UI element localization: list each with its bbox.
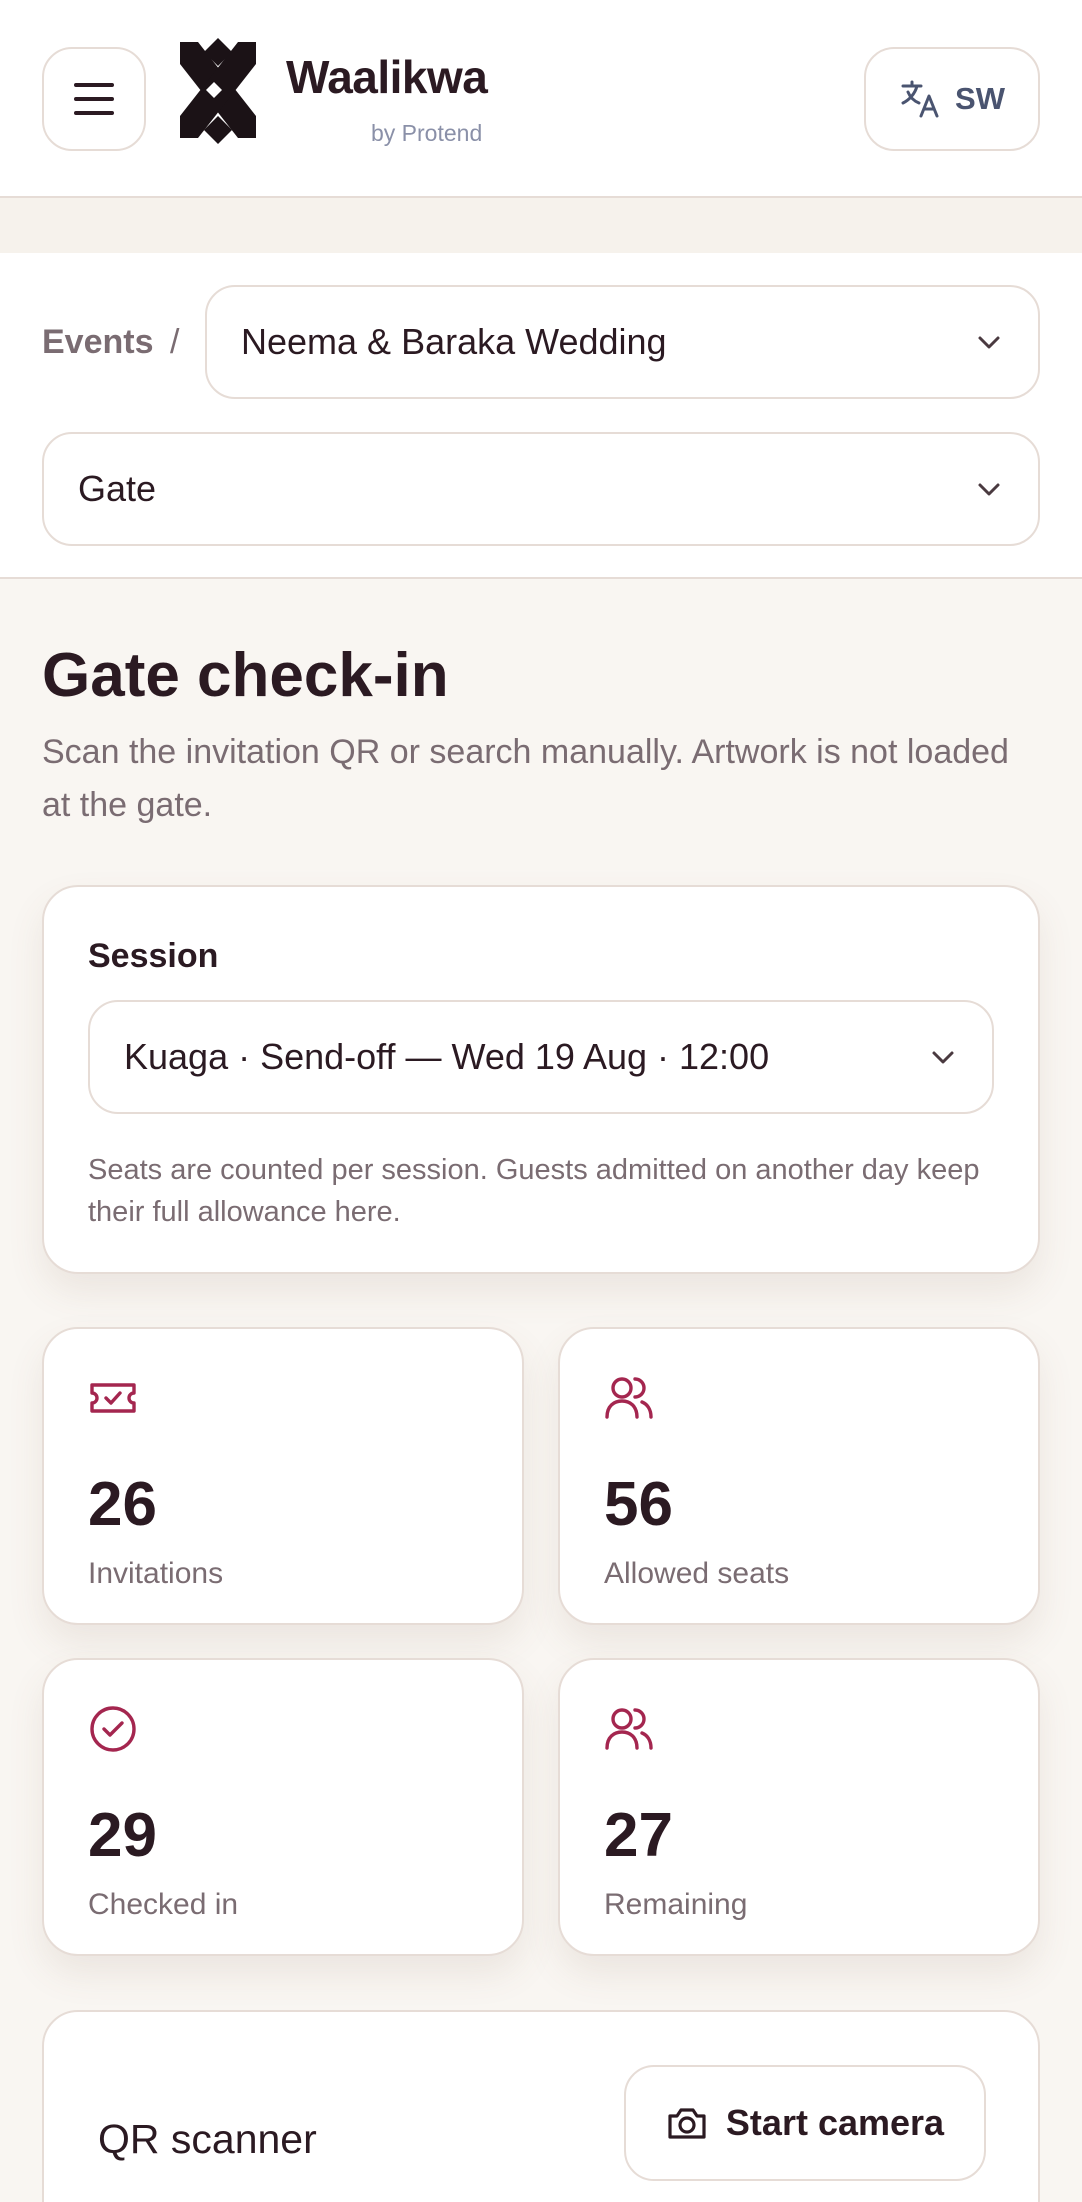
- breadcrumb-events-link[interactable]: Events: [42, 323, 154, 362]
- breadcrumb-separator: /: [170, 323, 180, 361]
- brand-subtitle: by Protend: [371, 120, 483, 146]
- stat-value: 29: [88, 1801, 157, 1870]
- ticket-check-icon: [90, 1383, 136, 1413]
- stat-card-invitations: 26 Invitations: [42, 1327, 524, 1625]
- start-camera-button[interactable]: Start camera: [624, 2065, 986, 2181]
- header-spacer: [0, 198, 1082, 253]
- page-subtitle: Scan the invitation QR or search manuall…: [42, 733, 1009, 824]
- chevron-down-icon: [932, 1051, 954, 1064]
- event-context-bar: Events / Neema & Baraka Wedding Gate: [0, 253, 1082, 579]
- event-select-value: Neema & Baraka Wedding: [241, 321, 667, 362]
- qr-scanner-title: QR scanner: [98, 2116, 317, 2162]
- session-help-text: Seats are counted per session. Guests ad…: [88, 1154, 980, 1228]
- check-circle-icon: [90, 1706, 136, 1752]
- users-icon: [605, 1708, 653, 1750]
- stat-value: 27: [604, 1801, 673, 1870]
- brand-title: Waalikwa: [286, 51, 488, 103]
- stat-value: 26: [88, 1470, 157, 1539]
- app-header: Waalikwa by Protend SW: [0, 0, 1082, 198]
- language-code: SW: [955, 81, 1005, 116]
- waalikwa-logo-icon: [180, 38, 256, 144]
- stat-card-remaining: 27 Remaining: [558, 1658, 1040, 1956]
- stat-label: Allowed seats: [604, 1557, 790, 1590]
- role-select-value: Gate: [78, 468, 157, 509]
- camera-icon: [668, 2108, 706, 2139]
- stat-card-allowed-seats: 56 Allowed seats: [558, 1327, 1040, 1625]
- stat-card-checked-in: 29 Checked in: [42, 1658, 524, 1956]
- language-button[interactable]: SW: [864, 47, 1040, 151]
- session-label: Session: [88, 937, 219, 975]
- start-camera-label: Start camera: [725, 2102, 945, 2143]
- menu-button[interactable]: [42, 47, 146, 151]
- stat-label: Invitations: [88, 1557, 224, 1590]
- stat-label: Remaining: [604, 1888, 748, 1921]
- qr-scanner-card: QR scanner Start camera: [42, 2010, 1040, 2202]
- session-card: Session Kuaga · Send-off — Wed 19 Aug · …: [42, 885, 1040, 1274]
- menu-icon: [74, 83, 114, 115]
- session-select[interactable]: Kuaga · Send-off — Wed 19 Aug · 12:00: [88, 1000, 994, 1114]
- translate-icon: [901, 80, 939, 118]
- role-select[interactable]: Gate: [42, 432, 1040, 546]
- chevron-down-icon: [978, 483, 1000, 496]
- stat-value: 56: [604, 1470, 673, 1539]
- stat-label: Checked in: [88, 1888, 239, 1921]
- users-icon: [605, 1377, 653, 1419]
- page-title: Gate check-in: [42, 641, 449, 710]
- event-select[interactable]: Neema & Baraka Wedding: [205, 285, 1040, 399]
- session-select-value: Kuaga · Send-off — Wed 19 Aug · 12:00: [124, 1036, 770, 1077]
- chevron-down-icon: [978, 336, 1000, 349]
